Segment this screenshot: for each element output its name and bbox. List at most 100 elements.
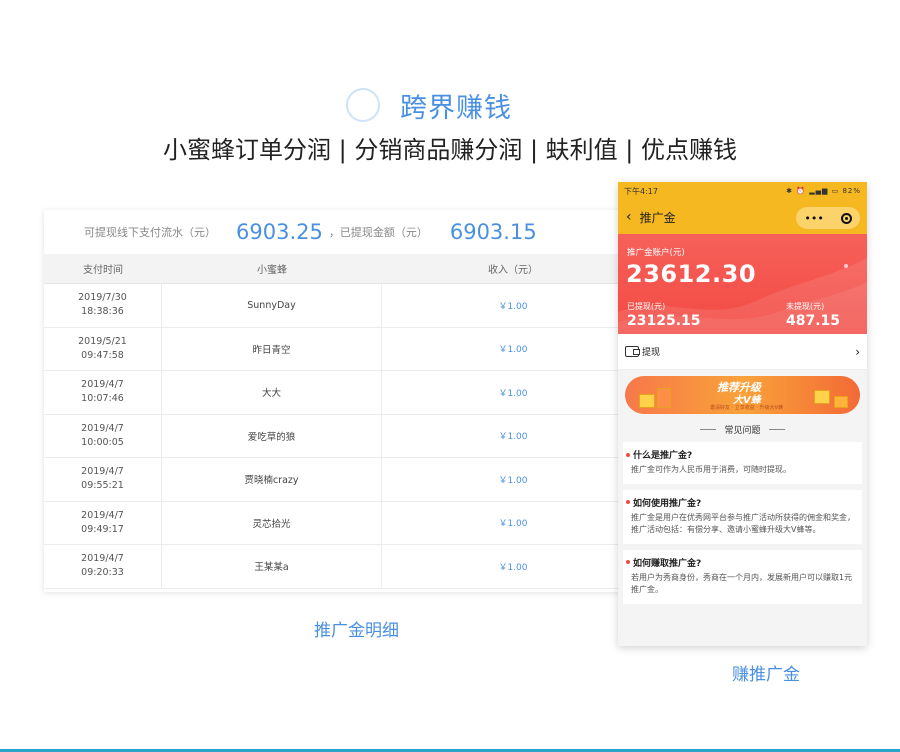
status-time: 下午4:17 (624, 186, 658, 196)
divider (700, 428, 717, 430)
pay-time: 09:49:17 (81, 523, 124, 535)
account-value: 23612.30 (626, 260, 757, 288)
income-cell: ￥1.00 (498, 345, 528, 356)
bullet-dot-icon (626, 452, 630, 457)
withdraw-row[interactable]: 提现 › (618, 334, 867, 370)
header-pay-time: 支付时间 (83, 265, 123, 276)
table-body: 2019/7/30 18:38:36 SunnyDay ￥1.00 2019/5/21 0… (44, 284, 624, 589)
income-cell: ￥1.00 (498, 301, 528, 312)
faq-question-text: 如何赚取推广金? (633, 558, 702, 569)
withdrawn-label: 已提现(元) (627, 302, 666, 311)
faq-item: 如何赚取推广金? 若用户为秀商身份，秀商在一个月内，发展新用户可以赚取1元推广金… (623, 549, 862, 604)
faq-item: 什么是推广金? 推广金可作为人民币用于消费，可随时提现。 (623, 442, 862, 484)
faq-heading: 常见问题 (618, 416, 867, 442)
faq-question: 如何赚取推广金? (626, 556, 856, 569)
withdrawn-value: 6903.15 (449, 220, 537, 244)
table-row: 2019/5/21 09:47:58 昨日青空 ￥1.00 (44, 327, 624, 371)
faq-item: 如何使用推广金? 推广金是用户在优秀网平台参与推广活动所获得的佣金和奖金，推广活… (623, 489, 862, 544)
pay-time-cell: 2019/4/7 09:55:21 (44, 458, 162, 501)
more-icon[interactable]: ••• (804, 212, 823, 225)
faq-question: 什么是推广金? (626, 448, 856, 461)
battery-icon: ▭ (831, 187, 840, 195)
page-title: 跨界赚钱 (400, 93, 512, 124)
pay-date: 2019/5/21 (78, 335, 127, 347)
withdrawable-value: 6903.25 (236, 220, 323, 244)
table-row: 2019/4/7 09:49:17 灵芯拾光 ￥1.00 (44, 501, 624, 545)
table-row: 2019/7/30 18:38:36 SunnyDay ￥1.00 (44, 284, 624, 328)
back-chevron-icon[interactable]: ‹ (626, 209, 632, 225)
signal-icon: ▂▄▆ (809, 187, 829, 195)
withdrawable-label: 可提现线下支付流水（元） (84, 226, 216, 239)
wallet-icon (625, 346, 640, 357)
withdrawn-label: ，已提现金额（元） (328, 226, 428, 239)
bee-name-cell: 灵芯拾光 (162, 501, 382, 544)
status-bar: 下午4:17 ✱ ⏰ ▂▄▆ ▭ 82% (618, 182, 867, 200)
pay-date: 2019/4/7 (81, 509, 124, 521)
bullet-dot-icon (626, 560, 630, 564)
banner-small-text: 邀请好友 · 立享收益 · 升级大V蜂 (710, 405, 783, 411)
faq-question-text: 什么是推广金? (633, 451, 693, 461)
pay-time-cell: 2019/4/7 09:20:33 (44, 545, 162, 588)
gift-box-icon (814, 390, 830, 404)
income-cell: ￥1.00 (498, 519, 528, 530)
gift-box-icon (657, 388, 671, 408)
caption-promotion-detail: 推广金明细 (314, 621, 399, 641)
faq-answer: 若用户为秀商身份，秀商在一个月内，发展新用户可以赚取1元推广金。 (631, 572, 853, 595)
bee-name-cell: 王某某a (162, 545, 382, 588)
header-bee: 小蜜蜂 (257, 265, 287, 276)
battery-percent: 82% (842, 187, 861, 195)
gift-box-icon (834, 396, 848, 408)
pay-date: 2019/4/7 (81, 466, 124, 478)
balance-panel: 推广金账户(元) 23612.30 已提现(元) 23125.15 未提现(元)… (618, 234, 867, 334)
alarm-icon: ⏰ (796, 187, 806, 195)
pay-time: 09:20:33 (81, 567, 124, 579)
table-header: 支付时间 小蜜蜂 收入（元） (44, 254, 624, 284)
bee-name-cell: 爱吃草的狼 (162, 414, 382, 457)
pay-time-cell: 2019/4/7 10:00:05 (44, 414, 162, 457)
pay-time-cell: 2019/7/30 18:38:36 (44, 284, 162, 327)
bluetooth-icon: ✱ (786, 187, 793, 195)
faq-answer: 推广金可作为人民币用于消费，可随时提现。 (631, 465, 791, 474)
header-income: 收入（元） (488, 265, 538, 276)
page-subtitle: 小蜜蜂订单分润 | 分销商品赚分润 | 蚨利值 | 优点赚钱 (162, 136, 738, 164)
divider (768, 428, 785, 430)
pay-time: 10:00:05 (81, 436, 124, 448)
miniapp-capsule: ••• (796, 207, 860, 229)
pay-date: 2019/4/7 (81, 553, 124, 565)
pay-time-cell: 2019/4/7 10:07:46 (44, 371, 162, 414)
promotion-detail-table: 可提现线下支付流水（元） 6903.25 ，已提现金额（元） 6903.15 支… (44, 210, 624, 592)
bee-name-cell: 昨日青空 (162, 327, 382, 370)
table-row: 2019/4/7 09:55:21 贾晓楠crazy ￥1.00 (44, 458, 624, 502)
faq-answer: 推广金是用户在优秀网平台参与推广活动所获得的佣金和奖金，推广活动包括：有偿分享、… (631, 512, 855, 535)
income-cell: ￥1.00 (498, 562, 528, 573)
faq-title: 常见问题 (724, 425, 761, 436)
pay-time-cell: 2019/4/7 09:49:17 (44, 501, 162, 544)
nav-bar: ‹ 推广金 ••• (618, 200, 867, 234)
table-row: 2019/4/7 10:07:46 大大 ￥1.00 (44, 371, 624, 415)
bullet-dot-icon (626, 500, 630, 504)
account-label: 推广金账户(元) (627, 248, 685, 258)
gift-box-icon (639, 394, 655, 408)
pay-time-cell: 2019/5/21 09:47:58 (44, 327, 162, 370)
nav-title: 推广金 (639, 210, 676, 225)
summary-row: 可提现线下支付流水（元） 6903.25 ，已提现金额（元） 6903.15 (44, 210, 624, 254)
pay-time: 18:38:36 (81, 306, 124, 318)
close-target-icon[interactable] (840, 212, 852, 224)
bee-name-cell: SunnyDay (162, 284, 382, 327)
pay-date: 2019/7/30 (78, 292, 127, 304)
income-cell: ￥1.00 (498, 432, 528, 443)
chevron-right-icon: › (855, 344, 860, 359)
faq-question: 如何使用推广金? (626, 496, 856, 509)
faq-question-text: 如何使用推广金? (633, 498, 702, 509)
pay-time: 10:07:46 (81, 393, 124, 405)
pay-date: 2019/4/7 (81, 379, 124, 391)
bee-name-cell: 贾晓楠crazy (162, 458, 382, 501)
table-row: 2019/4/7 10:00:05 爱吃草的狼 ￥1.00 (44, 414, 624, 458)
upgrade-banner[interactable]: 推荐升级 大V蜂 邀请好友 · 立享收益 · 升级大V蜂 (625, 376, 860, 414)
income-cell: ￥1.00 (498, 388, 528, 399)
pay-time: 09:55:21 (81, 480, 124, 492)
pay-time: 09:47:58 (81, 349, 124, 361)
circle-decoration-icon (346, 88, 380, 122)
pending-label: 未提现(元) (786, 302, 825, 311)
status-icons: ✱ ⏰ ▂▄▆ ▭ 82% (786, 187, 861, 195)
